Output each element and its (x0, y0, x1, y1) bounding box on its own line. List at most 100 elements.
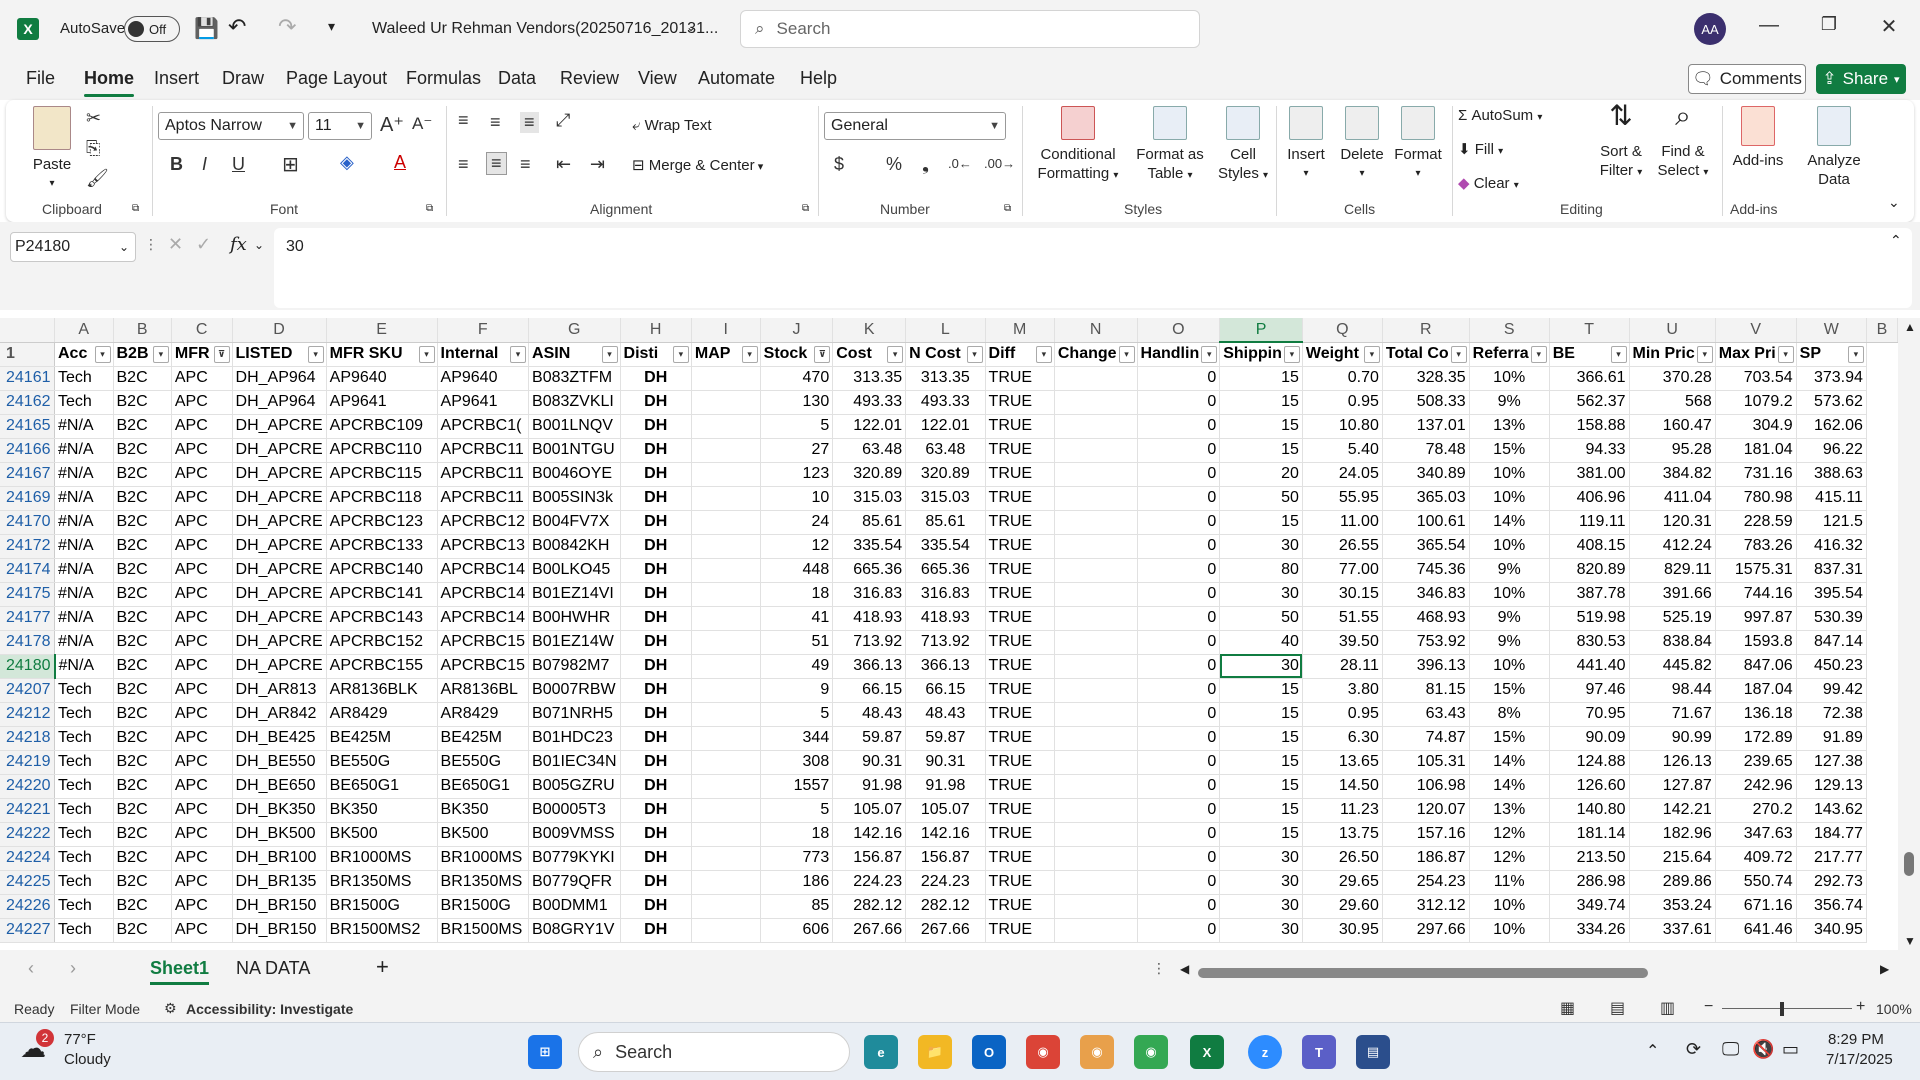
cell[interactable]: 665.36 (905, 558, 986, 583)
cell[interactable]: 3.80 (1302, 678, 1383, 703)
filter-dropdown-icon[interactable]: ▾ (152, 345, 169, 363)
cell[interactable]: 51 (760, 630, 834, 655)
cell[interactable]: APC (171, 894, 233, 919)
more-icon[interactable]: ⋮ (1152, 960, 1166, 977)
cell[interactable]: B2C (113, 678, 172, 703)
cell[interactable]: AP9640 (326, 366, 438, 391)
cell[interactable]: 24 (760, 510, 834, 535)
cell[interactable]: DH_APCRE (232, 534, 327, 559)
cell[interactable]: #N/A (54, 438, 114, 463)
cell[interactable]: 162.06 (1796, 414, 1867, 439)
cell[interactable]: 27 (760, 438, 834, 463)
cell[interactable]: 14.50 (1302, 774, 1383, 799)
cell[interactable] (1054, 654, 1138, 679)
cell[interactable]: BR1350MS (326, 870, 438, 895)
cell[interactable]: 11% (1469, 870, 1550, 895)
cell[interactable]: 267.66 (832, 918, 907, 943)
cell[interactable]: 59.87 (832, 726, 907, 751)
cell[interactable]: 14% (1469, 750, 1550, 775)
cell[interactable]: 5 (760, 702, 834, 727)
cell[interactable]: 10% (1469, 918, 1550, 943)
dialog-launcher-icon[interactable]: ⧉ (1004, 203, 1011, 214)
avatar[interactable]: AA (1694, 13, 1726, 45)
zoom-slider-thumb[interactable] (1780, 1002, 1784, 1016)
prev-sheet-icon[interactable]: ‹ (28, 958, 34, 979)
cell[interactable]: 829.11 (1629, 558, 1716, 583)
cell[interactable]: 10% (1469, 462, 1550, 487)
cell[interactable]: 292.73 (1796, 870, 1867, 895)
clock-date[interactable]: 7/17/2025 (1826, 1051, 1893, 1068)
cell[interactable]: 13.75 (1302, 822, 1383, 847)
cell[interactable] (1054, 606, 1138, 631)
cell[interactable]: 340.89 (1382, 462, 1470, 487)
filter-dropdown-icon[interactable]: ▾ (1118, 345, 1135, 363)
edge-icon[interactable]: e (864, 1035, 898, 1069)
cell[interactable]: DH (620, 726, 692, 751)
cell[interactable]: DH (620, 654, 692, 679)
row-header[interactable]: 24220 (0, 774, 55, 799)
cell[interactable]: 412.24 (1629, 534, 1716, 559)
filter-dropdown-icon[interactable]: ▾ (1450, 345, 1467, 363)
cell[interactable]: DH (620, 870, 692, 895)
cell[interactable]: 519.98 (1549, 606, 1630, 631)
cell[interactable]: AR8429 (437, 702, 530, 727)
cell[interactable]: Tech (54, 918, 114, 943)
cell[interactable]: 142.16 (832, 822, 907, 847)
paste-button[interactable]: Paste ▾ (22, 106, 82, 193)
normal-view-icon[interactable]: ▦ (1560, 998, 1575, 1018)
cell[interactable]: DH (620, 678, 692, 703)
cell[interactable]: 49 (760, 654, 834, 679)
sheet-tab-na-data[interactable]: NA DATA (236, 958, 310, 979)
cell[interactable]: 55.95 (1302, 486, 1383, 511)
excel-taskbar-icon[interactable]: X (1190, 1035, 1224, 1069)
cell[interactable] (691, 582, 761, 607)
cell[interactable]: 10 (760, 486, 834, 511)
cell[interactable]: 130 (760, 390, 834, 415)
cell[interactable] (691, 486, 761, 511)
cell[interactable]: 0 (1137, 846, 1221, 871)
align-center-icon[interactable]: ≡ (486, 152, 507, 175)
row-header[interactable]: 24166 (0, 438, 55, 463)
cell[interactable]: 408.15 (1549, 534, 1630, 559)
filter-dropdown-icon[interactable]: ▾ (966, 345, 983, 363)
cell[interactable]: B2C (113, 486, 172, 511)
cell[interactable]: 5 (760, 798, 834, 823)
filter-dropdown-icon[interactable]: ▾ (887, 345, 904, 363)
align-left-icon[interactable]: ≡ (458, 154, 469, 175)
row-header[interactable]: 24212 (0, 702, 55, 727)
cell[interactable]: APCRBC11 (437, 486, 530, 511)
cell[interactable]: 71.67 (1629, 702, 1716, 727)
analyze-data-button[interactable]: Analyze Data (1798, 106, 1870, 189)
find-select-button[interactable]: ⌕ Find & Select ▾ (1650, 102, 1716, 182)
cell[interactable]: B0046OYE (528, 462, 621, 487)
cell[interactable]: TRUE (985, 606, 1055, 631)
zoom-out-icon[interactable]: − (1704, 998, 1713, 1016)
tab-data[interactable]: Data (498, 68, 536, 89)
network-icon[interactable]: 🖵 (1722, 1039, 1739, 1060)
cell[interactable]: 13% (1469, 798, 1550, 823)
cell[interactable]: TRUE (985, 702, 1055, 727)
cell[interactable]: 493.33 (832, 390, 907, 415)
cell[interactable]: 30 (1219, 534, 1303, 559)
undo-icon[interactable]: ↶ (228, 14, 246, 40)
cell[interactable]: 156.87 (905, 846, 986, 871)
row-header[interactable]: 24161 (0, 366, 55, 391)
cell[interactable]: B0007RBW (528, 678, 621, 703)
cell[interactable]: 15 (1219, 798, 1303, 823)
cell[interactable]: DH (620, 366, 692, 391)
row-header[interactable]: 24226 (0, 894, 55, 919)
cell[interactable] (691, 846, 761, 871)
cell[interactable]: 418.93 (832, 606, 907, 631)
cell[interactable]: 90.31 (832, 750, 907, 775)
column-header[interactable]: B (1866, 318, 1898, 343)
cell[interactable]: B071NRH5 (528, 702, 621, 727)
cell[interactable]: 72.38 (1796, 702, 1867, 727)
cell[interactable]: 105.07 (832, 798, 907, 823)
column-header[interactable]: A (54, 318, 114, 343)
cell[interactable]: B2C (113, 774, 172, 799)
cell[interactable]: DH_BE550 (232, 750, 327, 775)
cell[interactable]: TRUE (985, 414, 1055, 439)
cell[interactable]: 186.87 (1382, 846, 1470, 871)
cell[interactable]: 160.47 (1629, 414, 1716, 439)
cell[interactable]: 508.33 (1382, 390, 1470, 415)
